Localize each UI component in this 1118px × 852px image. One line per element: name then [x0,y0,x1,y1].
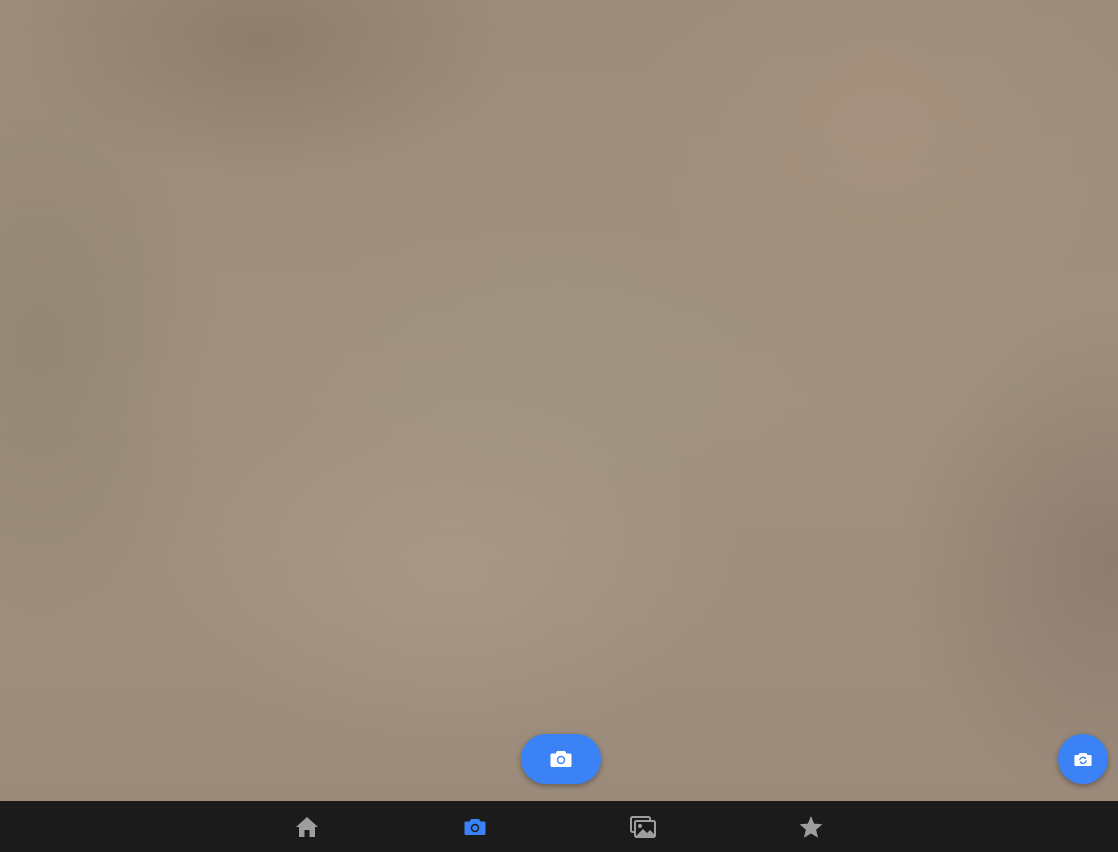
nav-item-home[interactable] [267,801,347,852]
camera-app [0,0,1118,852]
camera-icon [464,818,486,836]
star-icon [798,815,824,839]
nav-item-camera[interactable] [435,801,515,852]
home-icon [295,816,319,838]
switch-camera-button[interactable] [1058,734,1108,784]
camera-viewfinder[interactable] [0,0,1118,801]
camera-icon [550,750,572,768]
nav-item-favorites[interactable] [771,801,851,852]
gallery-icon [630,815,656,838]
nav-item-gallery[interactable] [603,801,683,852]
capture-button[interactable] [521,734,601,784]
bottom-navigation [0,801,1118,852]
camera-switch-icon [1074,752,1092,767]
